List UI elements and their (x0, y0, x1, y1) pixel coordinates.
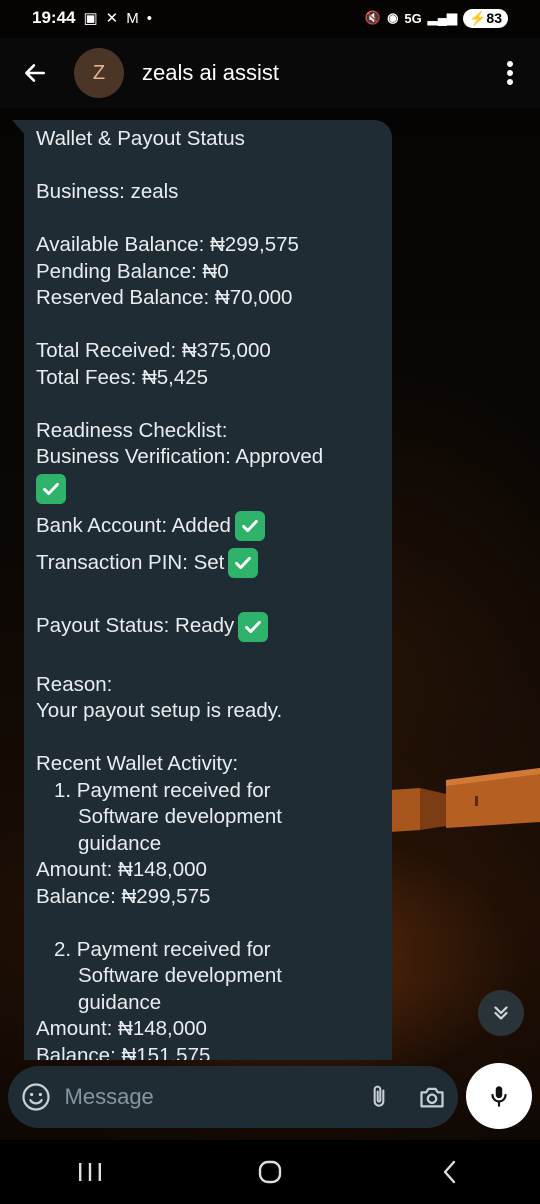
double-chevron-down-icon (494, 1006, 508, 1020)
check-mark-icon (234, 511, 265, 541)
chevron-left-icon (443, 1160, 456, 1184)
wallpaper-ruins-illustration (390, 768, 540, 832)
arrow-left-icon (25, 64, 45, 82)
total-fees-line: Total Fees: ₦5,425 (36, 365, 209, 389)
chat-title[interactable]: zeals ai assist (142, 60, 279, 86)
check-mark-icon (228, 548, 259, 578)
home-button[interactable] (230, 1142, 310, 1202)
avatar-letter: Z (92, 61, 106, 84)
paperclip-icon (373, 1085, 385, 1107)
reserved-balance-line: Reserved Balance: ₦70,000 (36, 286, 293, 309)
emoji-button[interactable] (8, 1066, 65, 1128)
check-mark-icon (36, 474, 66, 504)
activity-item: 1. Payment received for Software develop… (36, 778, 380, 911)
microphone-icon (491, 1086, 507, 1107)
payout-status-line: Payout Status: Ready (36, 614, 235, 638)
more-notifications-dot-icon: • (146, 9, 153, 27)
contact-avatar[interactable]: Z (74, 48, 124, 98)
business-line: Business: zeals (36, 180, 179, 203)
back-nav-button[interactable] (410, 1142, 490, 1202)
battery-indicator: ⚡83 (462, 8, 508, 28)
recent-apps-button[interactable] (50, 1142, 130, 1202)
checklist-heading: Readiness Checklist: (36, 418, 228, 442)
bank-account-line: Bank Account: Added (36, 513, 231, 537)
available-balance-line: Available Balance: ₦299,575 (36, 233, 299, 256)
pending-balance-line: Pending Balance: ₦0 (36, 259, 229, 283)
mute-icon: 🔇 (364, 10, 382, 25)
activity-line: 2. Payment received for (54, 937, 271, 961)
back-button[interactable] (0, 38, 70, 108)
status-time: 19:44 (32, 8, 76, 27)
recent-apps-icon (79, 1163, 101, 1181)
activity-heading: Recent Wallet Activity: (36, 752, 239, 775)
more-vertical-icon (507, 61, 513, 85)
scroll-to-bottom-button[interactable] (478, 990, 524, 1036)
check-mark-icon (238, 611, 269, 642)
transaction-pin-line: Transaction PIN: Set (36, 550, 225, 574)
voice-message-button[interactable] (466, 1063, 532, 1129)
reason-text: Your payout setup is ready. (36, 699, 283, 722)
activity-line: Software development (78, 964, 282, 987)
message-input[interactable] (64, 1084, 353, 1110)
activity-line: guidance (78, 831, 162, 855)
activity-line: Software development (78, 805, 282, 828)
chat-header: Z zeals ai assist (0, 38, 540, 108)
activity-amount: Amount: ₦148,000 (36, 858, 207, 881)
system-navigation-bar (0, 1140, 540, 1204)
message-title: Wallet & Payout Status (36, 127, 245, 150)
more-options-button[interactable] (480, 38, 540, 108)
activity-balance: Balance: ₦151,575 (36, 1043, 211, 1061)
status-bar: 19:44 ▣ ✕ M • 🔇 ◉ 5G ▂▄▆ ⚡83 (0, 0, 540, 36)
business-verification-line: Business Verification: Approved (36, 445, 324, 468)
hotspot-icon: ◉ (387, 10, 399, 25)
home-icon (258, 1160, 282, 1184)
gmail-notification-icon: M (126, 9, 139, 27)
total-received-line: Total Received: ₦375,000 (36, 339, 271, 362)
activity-line: 1. Payment received for (54, 778, 271, 802)
reason-heading: Reason: (36, 672, 113, 696)
battery-level: 83 (486, 9, 502, 26)
screenshot-notification-icon: ▣ (83, 10, 98, 27)
incoming-message-bubble[interactable]: Wallet & Payout Status Business: zeals A… (24, 120, 392, 1060)
activity-line: guidance (78, 990, 162, 1014)
signal-icon: ▂▄▆ (427, 10, 457, 25)
camera-button[interactable] (405, 1066, 458, 1128)
activity-item: 2. Payment received for Software develop… (36, 937, 380, 1061)
activity-amount: Amount: ₦148,000 (36, 1017, 207, 1040)
network-type: 5G (404, 10, 422, 26)
x-app-notification-icon: ✕ (105, 10, 119, 27)
attach-button[interactable] (353, 1066, 406, 1128)
message-composer (8, 1066, 458, 1128)
camera-icon (420, 1087, 444, 1108)
activity-balance: Balance: ₦299,575 (36, 884, 211, 908)
sticker-emoji-icon (22, 1083, 50, 1111)
